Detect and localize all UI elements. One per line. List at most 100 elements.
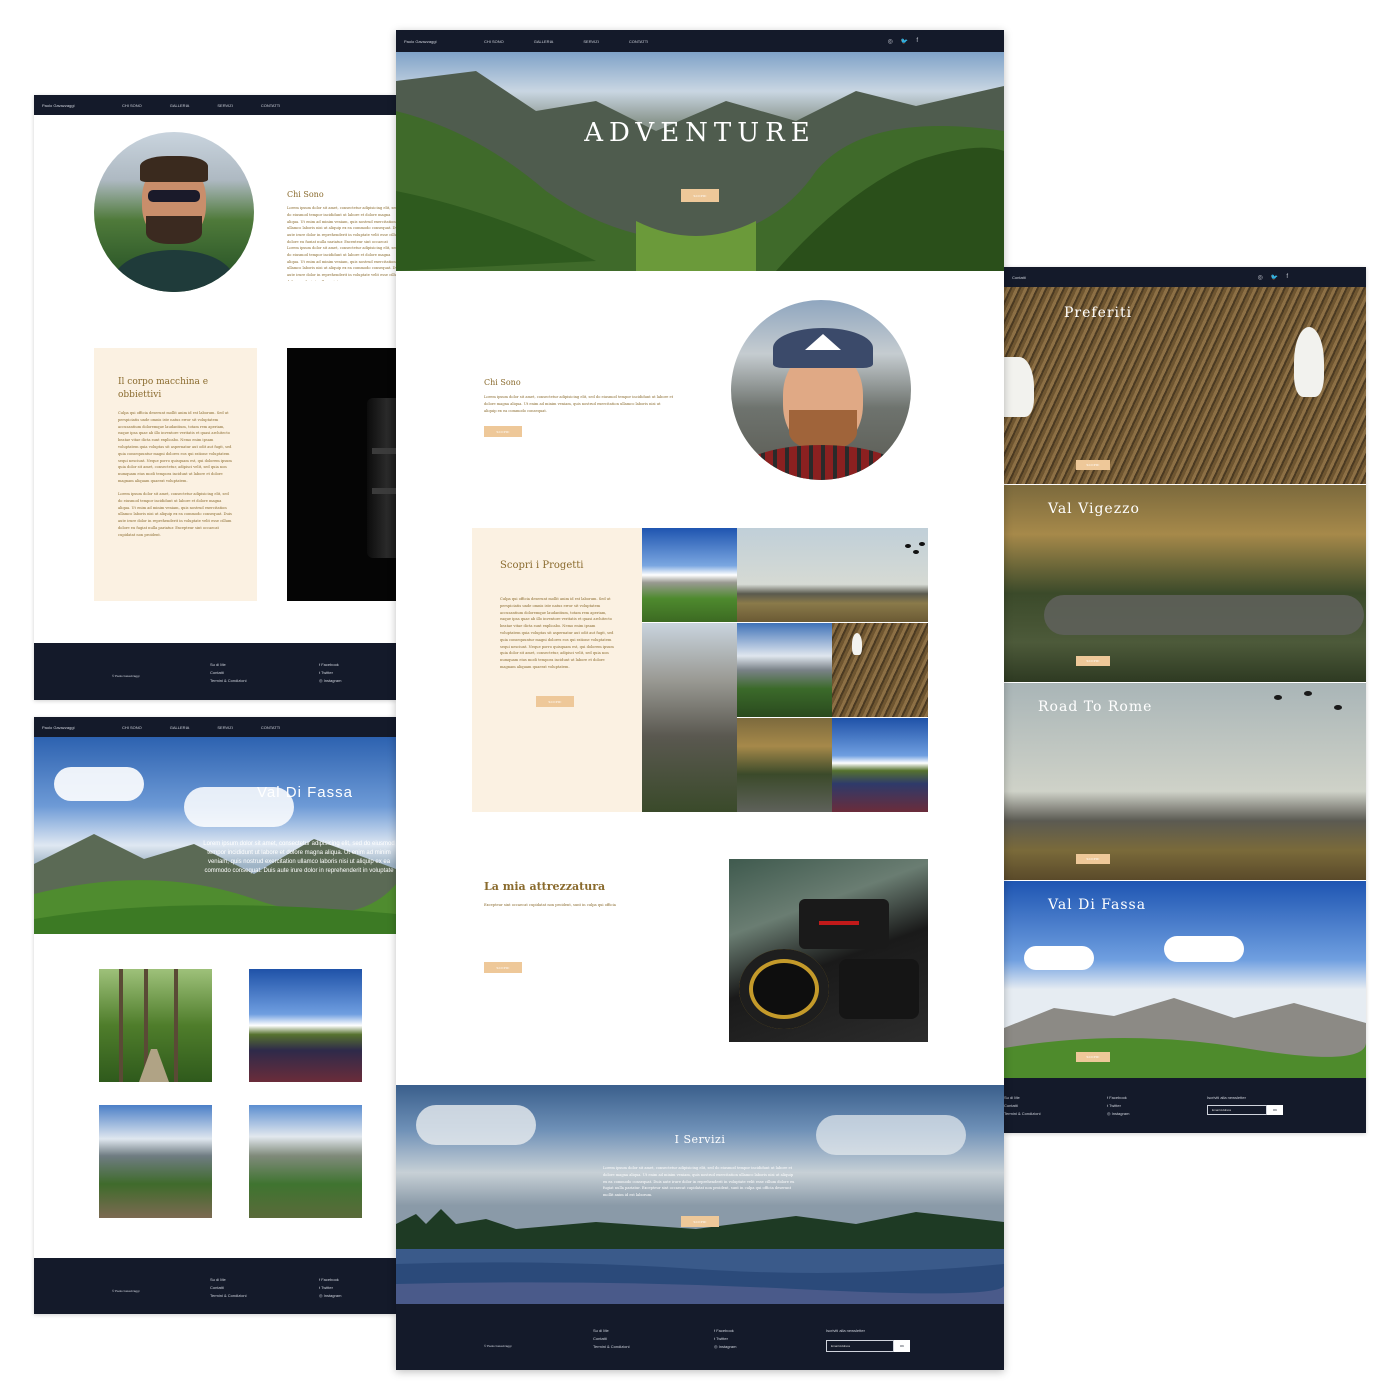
- footer: Su di Me Contatti Termini & Condizioni f…: [1004, 1078, 1366, 1133]
- footer-facebook-link[interactable]: f Facebook: [319, 1277, 341, 1282]
- mockup-about-page: Paolo Gavazzaggi CHI SONO GALLERIA SERVI…: [34, 95, 396, 700]
- brand-logo[interactable]: Paolo Gavazzaggi: [42, 725, 122, 730]
- nav-link-galleria[interactable]: GALLERIA: [170, 103, 190, 108]
- footer-link-su-di-me[interactable]: Su di Me: [593, 1328, 629, 1333]
- footer-twitter-link[interactable]: t Twitter: [714, 1336, 736, 1341]
- brand-logo[interactable]: Paolo Gavazzaggi: [42, 103, 122, 108]
- footer-instagram-link[interactable]: ◎ Instagram: [319, 1293, 341, 1298]
- grid-photo-dolomites[interactable]: [737, 623, 832, 717]
- projects-photo-grid: [642, 528, 928, 812]
- grid-photo-mountain-meadow[interactable]: [642, 528, 737, 622]
- nav-link-servizi[interactable]: SERVIZI: [583, 39, 599, 44]
- project-button[interactable]: SCOPRI: [1076, 1052, 1110, 1062]
- gallery-photo-lake[interactable]: [249, 969, 362, 1082]
- nav-link-contatti[interactable]: CONTATTI: [261, 725, 280, 730]
- about-paragraph: Lorem ipsum dolor sit amet, consectetur …: [484, 395, 674, 413]
- brand-logo[interactable]: Paolo Gavazzaggi: [404, 39, 484, 44]
- footer-link-su-di-me[interactable]: Su di Me: [210, 1277, 246, 1282]
- footer-instagram-link[interactable]: ◎ Instagram: [714, 1344, 736, 1349]
- nav-link-galleria[interactable]: GALLERIA: [534, 39, 554, 44]
- footer-link-termini[interactable]: Termini & Condizioni: [210, 678, 246, 683]
- gallery-photo-valley[interactable]: [99, 1105, 212, 1218]
- gear-card-paragraph-1: Culpa qui officia deserunt mollit anim i…: [118, 411, 232, 483]
- footer-link-contatti[interactable]: Contatti: [210, 1285, 246, 1290]
- facebook-icon[interactable]: f: [1286, 274, 1288, 281]
- project-title: Val Vigezzo: [1048, 501, 1140, 517]
- top-nav: Paolo Gavazzaggi CHI SONO GALLERIA SERVI…: [396, 30, 1004, 52]
- hero-cta-button[interactable]: SCOPRI: [681, 189, 719, 202]
- project-card-val-vigezzo[interactable]: Val Vigezzo SCOPRI: [1004, 485, 1366, 682]
- gear-cta-button[interactable]: SCOPRI: [484, 962, 522, 973]
- services-paragraph: Lorem ipsum dolor sit amet, consectetur …: [603, 1166, 795, 1198]
- grid-photo-rocky-cliff[interactable]: [642, 623, 737, 812]
- mockup-projects-page: Contatti ◎ 🐦 f Preferiti SCOPRI Val Vige…: [1004, 267, 1366, 1133]
- nav-link-contatti[interactable]: CONTATTI: [261, 103, 280, 108]
- instagram-icon[interactable]: ◎: [1258, 274, 1263, 281]
- newsletter-label: Iscriviti alla newsletter: [1207, 1095, 1246, 1100]
- footer-facebook-link[interactable]: f Facebook: [714, 1328, 736, 1333]
- footer-facebook-link[interactable]: f Facebook: [1107, 1095, 1129, 1100]
- services-section: I Servizi Lorem ipsum dolor sit amet, co…: [396, 1085, 1004, 1304]
- mockup-home-page: Paolo Gavazzaggi CHI SONO GALLERIA SERVI…: [396, 30, 1004, 1370]
- footer-link-su-di-me[interactable]: Su di Me: [210, 662, 246, 667]
- footer-link-contatti[interactable]: Contatti: [593, 1336, 629, 1341]
- projects-cta-button[interactable]: SCOPRI: [536, 696, 574, 707]
- newsletter-email-input[interactable]: Email Address: [1207, 1105, 1267, 1115]
- instagram-icon[interactable]: ◎: [888, 38, 893, 45]
- top-nav: Paolo Gavazzaggi CHI SONO GALLERIA SERVI…: [34, 95, 396, 115]
- footer-link-termini[interactable]: Termini & Condizioni: [210, 1293, 246, 1298]
- footer-link-contatti[interactable]: Contatti: [210, 670, 246, 675]
- gear-card-title: Il corpo macchina e obbiettivi: [118, 377, 209, 400]
- hero-title: ADVENTURE: [584, 118, 816, 148]
- about-cta-button[interactable]: SCOPRI: [484, 426, 522, 437]
- footer-copyright: © Paolo Gavazzaggi: [484, 1344, 512, 1348]
- gallery-photo-forest-path[interactable]: [99, 969, 212, 1082]
- grid-photo-village-birds[interactable]: [737, 528, 928, 622]
- newsletter-submit-button[interactable]: OK: [1267, 1105, 1283, 1115]
- twitter-icon[interactable]: 🐦: [1271, 274, 1278, 281]
- footer-link-termini[interactable]: Termini & Condizioni: [1004, 1111, 1040, 1116]
- mockup-gallery-page: Paolo Gavazzaggi CHI SONO GALLERIA SERVI…: [34, 717, 396, 1314]
- services-title: I Servizi: [674, 1133, 726, 1146]
- nav-link-chi-sono[interactable]: CHI SONO: [122, 103, 142, 108]
- footer-facebook-link[interactable]: f Facebook: [319, 662, 341, 667]
- facebook-icon[interactable]: f: [916, 38, 918, 45]
- services-cta-button[interactable]: SCOPRI: [681, 1216, 719, 1227]
- project-button[interactable]: SCOPRI: [1076, 854, 1110, 864]
- project-button[interactable]: SCOPRI: [1076, 656, 1110, 666]
- nav-link-galleria[interactable]: GALLERIA: [170, 725, 190, 730]
- grid-photo-lake-blue[interactable]: [832, 718, 928, 812]
- nav-link-servizi[interactable]: SERVIZI: [217, 725, 233, 730]
- nav-links: CHI SONO GALLERIA SERVIZI CONTATTI: [122, 725, 280, 730]
- grid-photo-crocus[interactable]: [832, 623, 928, 717]
- project-card-val-di-fassa[interactable]: Val Di Fassa SCOPRI: [1004, 881, 1366, 1078]
- newsletter-submit-button[interactable]: OK: [894, 1340, 910, 1352]
- newsletter-form: Email Address OK: [1207, 1105, 1283, 1115]
- nav-links: CHI SONO GALLERIA SERVIZI CONTATTI: [484, 39, 648, 44]
- footer-instagram-link[interactable]: ◎ Instagram: [319, 678, 341, 683]
- footer-twitter-link[interactable]: t Twitter: [319, 670, 341, 675]
- footer-link-su-di-me[interactable]: Su di Me: [1004, 1095, 1040, 1100]
- nav-link-servizi[interactable]: SERVIZI: [217, 103, 233, 108]
- project-card-road-to-rome[interactable]: Road To Rome SCOPRI: [1004, 683, 1366, 880]
- nav-link-chi-sono[interactable]: CHI SONO: [122, 725, 142, 730]
- gallery-photo-mountain[interactable]: [249, 1105, 362, 1218]
- twitter-icon[interactable]: 🐦: [901, 38, 908, 45]
- footer-twitter-link[interactable]: t Twitter: [1107, 1103, 1129, 1108]
- footer-instagram-link[interactable]: ◎ Instagram: [1107, 1111, 1129, 1116]
- newsletter-email-input[interactable]: Email Address: [826, 1340, 894, 1352]
- grid-photo-stream[interactable]: [737, 718, 832, 812]
- adventure-hero: ADVENTURE SCOPRI: [396, 52, 1004, 271]
- gear-heading: La mia attrezzatura: [484, 880, 606, 893]
- nav-link-chi-sono[interactable]: CHI SONO: [484, 39, 504, 44]
- footer-link-contatti[interactable]: Contatti: [1004, 1103, 1040, 1108]
- footer: © Paolo Gavazzaggi Su di Me Contatti Ter…: [34, 1258, 396, 1314]
- project-button[interactable]: SCOPRI: [1076, 460, 1110, 470]
- footer: © Paolo Gavazzaggi Su di Me Contatti Ter…: [396, 1304, 1004, 1370]
- footer-link-termini[interactable]: Termini & Condizioni: [593, 1344, 629, 1349]
- nav-link-contatti[interactable]: CONTATTI: [629, 39, 648, 44]
- project-card-preferiti[interactable]: Preferiti SCOPRI: [1004, 287, 1366, 484]
- footer: © Paolo Gavazzaggi Su di Me Contatti Ter…: [34, 643, 396, 700]
- brand-logo[interactable]: Contatti: [1012, 275, 1092, 280]
- footer-twitter-link[interactable]: t Twitter: [319, 1285, 341, 1290]
